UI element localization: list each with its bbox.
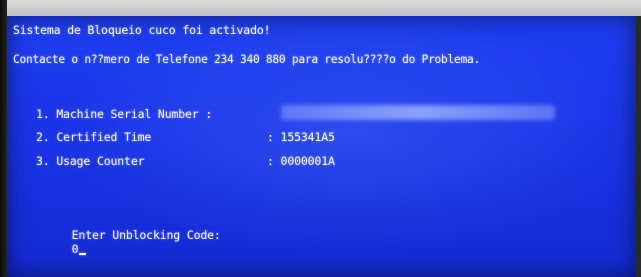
lock-screen: Sistema de Bloqueio cuco foi activado! C… bbox=[7, 16, 636, 277]
lock-header-line-2: Contacte o n??mero de Telefone 234 340 8… bbox=[13, 53, 480, 66]
serial-number-redacted-value bbox=[281, 105, 555, 120]
text-cursor bbox=[79, 253, 87, 255]
usage-counter-value: : 0000001A bbox=[267, 154, 335, 168]
serial-number-label: 1. Machine Serial Number : bbox=[36, 107, 213, 121]
photo-top-edge bbox=[0, 0, 641, 16]
unblocking-code-label: Enter Unblocking Code: bbox=[71, 228, 228, 242]
unblocking-code-prompt[interactable]: Enter Unblocking Code: 0 bbox=[31, 214, 227, 270]
unblocking-code-input[interactable]: 0 bbox=[72, 242, 79, 256]
certified-time-value: : 155341A5 bbox=[267, 130, 335, 144]
usage-counter-label: 3. Usage Counter bbox=[36, 154, 145, 168]
lock-header-line-1: Sistema de Bloqueio cuco foi activado! bbox=[13, 23, 271, 37]
photo-background: Sistema de Bloqueio cuco foi activado! C… bbox=[0, 0, 641, 277]
monitor-left-bezel bbox=[0, 0, 7, 277]
certified-time-label: 2. Certified Time bbox=[36, 130, 152, 144]
